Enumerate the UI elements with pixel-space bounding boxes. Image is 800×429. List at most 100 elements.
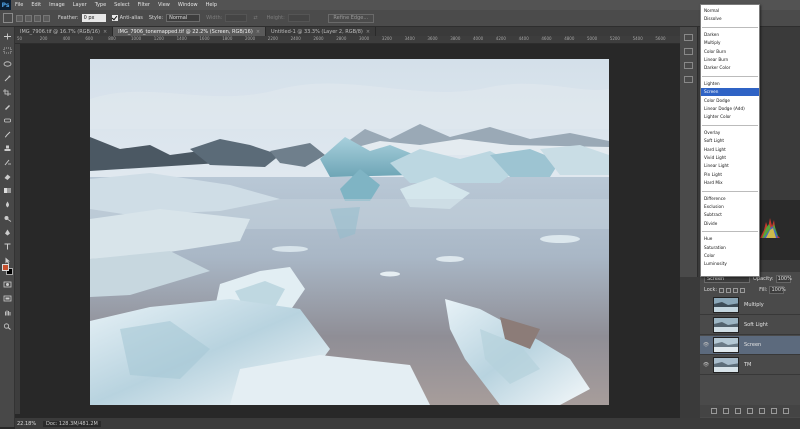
menu-filter[interactable]: Filter (138, 2, 150, 8)
link-layers-icon[interactable] (711, 408, 717, 414)
subtract-selection-icon[interactable] (34, 14, 41, 22)
lock-transparency-icon[interactable] (719, 287, 725, 293)
blend-mode-option[interactable]: Pin Light (701, 171, 759, 179)
blend-mode-option[interactable]: Hard Mix (701, 179, 759, 187)
menu-edit[interactable]: Edit (31, 2, 41, 8)
refine-edge-button[interactable]: Refine Edge... (327, 13, 374, 23)
lock-pixels-icon[interactable] (726, 287, 732, 293)
blend-mode-option[interactable]: Hue (701, 235, 759, 243)
menu-image[interactable]: Image (49, 2, 65, 8)
crop-tool-icon[interactable] (3, 89, 12, 96)
document-info[interactable]: Doc: 128.3M/481.2M (43, 420, 101, 427)
history-panel-icon[interactable] (684, 34, 693, 41)
adjustment-layer-icon[interactable] (747, 408, 753, 414)
marquee-tool-icon[interactable] (3, 47, 12, 54)
eye-icon[interactable]: 👁 (702, 362, 710, 368)
zoom-level[interactable]: 22.18% (17, 421, 37, 427)
intersect-selection-icon[interactable] (43, 14, 50, 22)
path-selection-tool-icon[interactable] (3, 257, 12, 264)
document-image[interactable] (90, 59, 609, 405)
eraser-tool-icon[interactable] (3, 173, 12, 180)
menu-help[interactable]: Help (206, 2, 217, 8)
info-panel-icon[interactable] (684, 76, 693, 83)
marquee-tool-preset-icon[interactable] (3, 13, 13, 23)
properties-panel-icon[interactable] (684, 62, 693, 69)
tab-untitled-1[interactable]: Untitled-1 @ 33.3% (Layer 2, RGB/8) × (266, 27, 377, 36)
history-brush-tool-icon[interactable] (3, 159, 12, 166)
menu-view[interactable]: View (158, 2, 170, 8)
canvas-area[interactable] (20, 44, 680, 417)
blend-mode-option[interactable]: Color Burn (701, 48, 759, 56)
screen-mode-icon[interactable] (3, 295, 12, 302)
blend-mode-option[interactable]: Lighten (701, 80, 759, 88)
blend-mode-option[interactable]: Vivid Light (701, 154, 759, 162)
blend-mode-option[interactable]: Color Dodge (701, 97, 759, 105)
blend-mode-option[interactable]: Darker Color (701, 64, 759, 72)
blend-mode-option[interactable]: Multiply (701, 39, 759, 47)
blend-mode-option[interactable]: Overlay (701, 129, 759, 137)
lasso-tool-icon[interactable] (3, 61, 12, 68)
close-icon[interactable]: × (366, 29, 370, 35)
blend-mode-option[interactable]: Linear Light (701, 162, 759, 170)
close-icon[interactable]: × (256, 29, 260, 35)
eye-icon[interactable]: 👁 (702, 342, 710, 348)
blend-mode-option[interactable]: Divide (701, 220, 759, 228)
add-mask-icon[interactable] (735, 408, 741, 414)
layer-row-multiply[interactable]: Multiply (700, 296, 800, 315)
blend-mode-option[interactable]: Lighter Color (701, 113, 759, 121)
tab-img-7906-tonemapped[interactable]: IMG_7906_tonemapped.tif @ 22.2% (Screen,… (113, 27, 267, 36)
blend-mode-option[interactable]: Soft Light (701, 137, 759, 145)
clone-stamp-tool-icon[interactable] (3, 145, 12, 152)
new-layer-icon[interactable] (771, 408, 777, 414)
lock-all-icon[interactable] (740, 287, 746, 293)
trash-icon[interactable] (783, 408, 789, 414)
blend-mode-option[interactable]: Darken (701, 31, 759, 39)
layer-row-soft-light[interactable]: Soft Light (700, 316, 800, 335)
layer-row-screen[interactable]: 👁 Screen (700, 336, 800, 355)
zoom-tool-icon[interactable] (3, 323, 12, 330)
pen-tool-icon[interactable] (3, 229, 12, 236)
menu-layer[interactable]: Layer (73, 2, 87, 8)
hand-tool-icon[interactable] (3, 309, 12, 316)
opacity-input[interactable]: 100% (775, 274, 792, 283)
style-select[interactable]: Normal (166, 14, 201, 22)
antialias-checkbox[interactable] (111, 15, 118, 21)
blend-mode-option[interactable]: Hard Light (701, 146, 759, 154)
new-selection-icon[interactable] (16, 14, 23, 22)
tab-img-7906[interactable]: IMG_7906.tif @ 16.7% (RGB/16) × (15, 27, 114, 36)
eyedropper-tool-icon[interactable] (3, 103, 12, 110)
foreground-color-swatch[interactable] (2, 264, 9, 271)
menu-file[interactable]: File (15, 2, 23, 8)
dodge-tool-icon[interactable] (3, 215, 12, 222)
blend-mode-option[interactable]: Saturation (701, 244, 759, 252)
blend-mode-option[interactable]: Screen (701, 88, 759, 97)
quick-mask-icon[interactable] (3, 281, 12, 288)
brush-tool-icon[interactable] (3, 131, 12, 138)
blend-mode-option[interactable]: Difference (701, 195, 759, 203)
add-selection-icon[interactable] (25, 14, 32, 22)
blend-mode-option[interactable]: Linear Burn (701, 56, 759, 64)
layer-style-icon[interactable] (723, 408, 729, 414)
layer-row-tm[interactable]: 👁 TM (700, 356, 800, 375)
swap-icon[interactable]: ⇄ (253, 15, 257, 21)
blend-mode-option[interactable]: Subtract (701, 211, 759, 219)
lock-position-icon[interactable] (733, 287, 739, 293)
quick-select-tool-icon[interactable] (3, 75, 12, 82)
move-tool-icon[interactable] (3, 33, 12, 40)
new-group-icon[interactable] (759, 408, 765, 414)
blend-mode-option[interactable]: Dissolve (701, 15, 759, 23)
blend-mode-dropdown[interactable]: Normal Dissolve Darken Multiply Color Burn Li… (700, 4, 760, 277)
actions-panel-icon[interactable] (684, 48, 693, 55)
type-tool-icon[interactable] (3, 243, 12, 250)
blend-mode-option[interactable]: Normal (701, 7, 759, 15)
close-icon[interactable]: × (103, 29, 107, 35)
blend-mode-option[interactable]: Color (701, 252, 759, 260)
menu-type[interactable]: Type (95, 2, 106, 8)
blend-mode-option[interactable]: Luminosity (701, 260, 759, 268)
blend-mode-option[interactable]: Linear Dodge (Add) (701, 105, 759, 113)
healing-brush-tool-icon[interactable] (3, 117, 12, 124)
fill-input[interactable]: 100% (769, 286, 786, 294)
menu-window[interactable]: Window (178, 2, 198, 8)
blend-mode-option[interactable]: Exclusion (701, 203, 759, 211)
feather-input[interactable]: 0 px (81, 14, 106, 22)
